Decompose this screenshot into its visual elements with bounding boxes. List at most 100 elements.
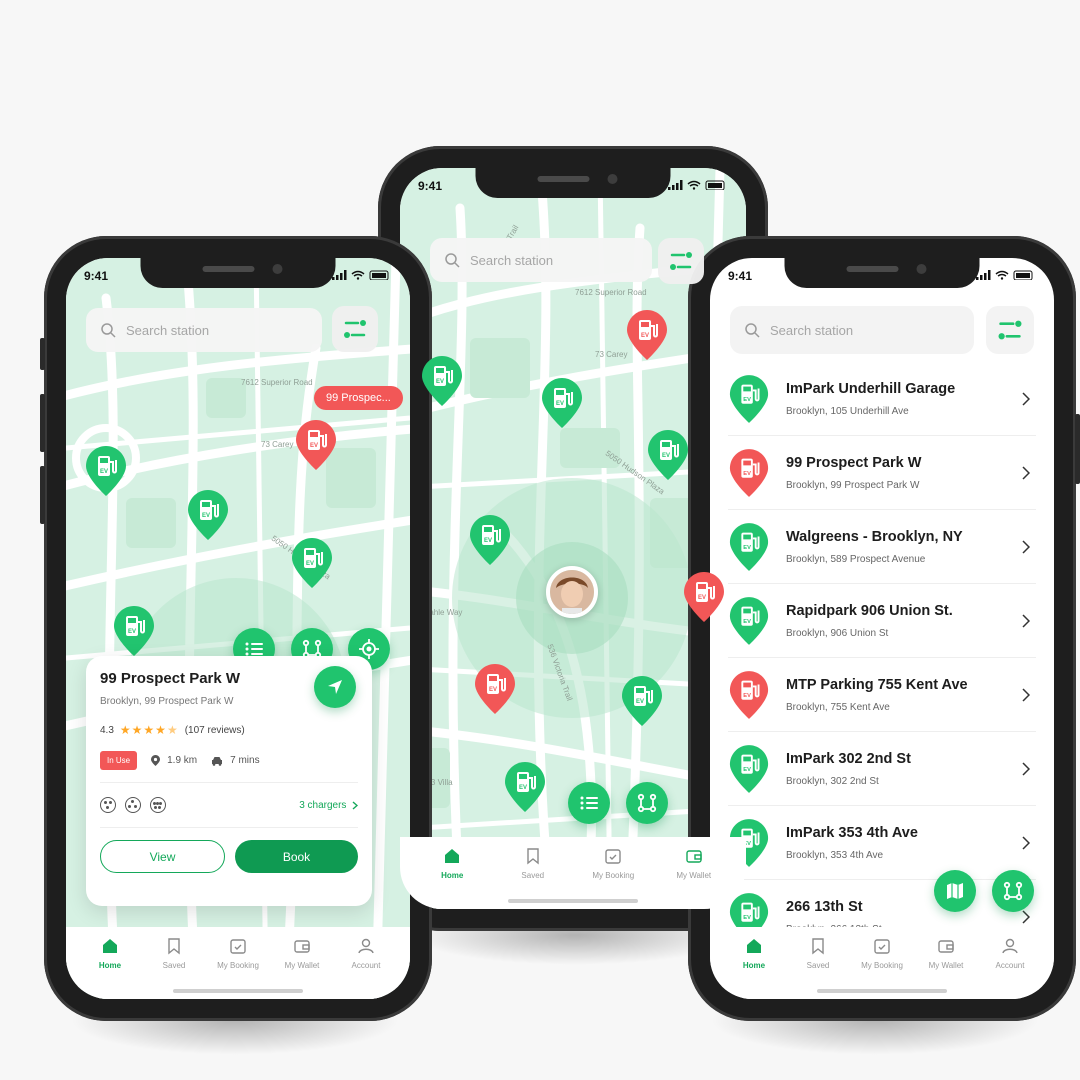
connector-type-icon: [100, 797, 116, 813]
chevron-right-icon: [1022, 392, 1030, 406]
connector-type-icon: [150, 797, 166, 813]
filter-button[interactable]: [658, 238, 704, 284]
ev-pin-available[interactable]: [420, 354, 464, 408]
chevron-right-icon: [1022, 466, 1030, 480]
view-button[interactable]: View: [100, 840, 225, 873]
duration: 7 mins: [230, 755, 260, 766]
ev-pin-in-use[interactable]: [473, 662, 517, 716]
ev-pin-available[interactable]: [186, 488, 230, 542]
station-name: ImPark 302 2nd St: [786, 750, 911, 767]
selected-station-tag[interactable]: 99 Prospec...: [314, 386, 403, 410]
status-time: 9:41: [84, 269, 109, 283]
ev-pin-available[interactable]: [468, 513, 512, 567]
screen: 7612 Superior Road 73 Carey 5050 Hudson …: [66, 258, 410, 999]
station-name: 99 Prospect Park W: [786, 454, 922, 471]
tab-label: Saved: [806, 961, 830, 970]
list-item[interactable]: Walgreens - Brooklyn, NY Brooklyn, 589 Pr…: [728, 510, 1036, 584]
bookmark-icon: [527, 848, 539, 865]
search-input[interactable]: Search station: [86, 308, 322, 352]
search-icon: [101, 323, 116, 338]
ev-pin-available[interactable]: [112, 604, 156, 658]
tab-label: Home: [98, 961, 122, 970]
street-label: 73 Carey: [261, 440, 294, 449]
ev-pin-available[interactable]: [620, 674, 664, 728]
star-rating-icon: ★★★★★: [119, 723, 179, 737]
list-item[interactable]: ImPark 302 2nd St Brooklyn, 302 2nd St: [728, 732, 1036, 806]
tab-home[interactable]: Home: [422, 847, 482, 909]
home-icon: [103, 939, 117, 953]
list-item[interactable]: MTP Parking 755 Kent Ave Brooklyn, 755 Ke…: [728, 658, 1036, 732]
ev-pin-in-use: [728, 669, 770, 720]
user-avatar[interactable]: [546, 566, 598, 618]
list-item[interactable]: 99 Prospect Park W Brooklyn, 99 Prospect …: [728, 436, 1036, 510]
connector-type-icon: [125, 797, 141, 813]
tab-my-wallet[interactable]: My Wallet: [664, 847, 724, 909]
ev-pin-in-use[interactable]: [625, 308, 669, 362]
tab-account[interactable]: Account: [980, 937, 1040, 999]
wallet-icon: [294, 940, 310, 953]
notch: [140, 258, 336, 288]
station-name: Walgreens - Brooklyn, NY: [786, 528, 963, 545]
book-button[interactable]: Book: [235, 840, 358, 873]
station-name: Rapidpark 906 Union St.: [786, 602, 953, 619]
status-row: In Use 1.9 km 7 mins: [100, 751, 358, 770]
list-item[interactable]: ImPark Underhill Garage Brooklyn, 105 Und…: [728, 362, 1036, 436]
chargers-link[interactable]: 3 chargers: [299, 800, 358, 811]
ev-pin-available[interactable]: [290, 536, 334, 590]
station-name: MTP Parking 755 Kent Ave: [786, 676, 968, 693]
user-icon: [1002, 938, 1018, 954]
tab-home[interactable]: Home: [724, 937, 784, 999]
list-item[interactable]: Rapidpark 906 Union St. Brooklyn, 906 Uni…: [728, 584, 1036, 658]
ev-pin-available[interactable]: [84, 444, 128, 498]
station-name: ImPark 353 4th Ave: [786, 824, 918, 841]
home-icon: [445, 849, 460, 863]
home-icon: [747, 939, 761, 953]
ev-pin-in-use[interactable]: [682, 570, 726, 624]
route-button[interactable]: [626, 782, 668, 824]
navigate-button[interactable]: [314, 666, 356, 708]
filter-button[interactable]: [986, 306, 1034, 354]
station-address: Brooklyn, 99 Prospect Park W: [786, 479, 920, 491]
rating-row: 4.3 ★★★★★ (107 reviews): [100, 723, 358, 737]
tab-home[interactable]: Home: [80, 937, 140, 999]
status-icons: [332, 270, 389, 280]
list-item[interactable]: ImPark 353 4th Ave Brooklyn, 353 4th Ave: [728, 806, 1036, 880]
ev-pin-available[interactable]: [540, 376, 584, 430]
route-icon: [1003, 881, 1023, 901]
ev-pin-in-use[interactable]: [294, 418, 338, 472]
tab-label: Account: [351, 961, 381, 970]
location-pin-icon: [151, 755, 161, 766]
ev-pin-available: [728, 743, 770, 794]
search-placeholder: Search station: [470, 252, 554, 268]
connector-row[interactable]: 3 chargers: [100, 783, 358, 827]
status-time: 9:41: [418, 179, 443, 193]
search-input[interactable]: Search station: [730, 306, 974, 354]
route-button[interactable]: [992, 870, 1034, 912]
station-address: Brooklyn, 302 2nd St: [786, 775, 879, 787]
street-label: 7612 Superior Road: [241, 378, 313, 387]
tab-label: Home: [441, 871, 464, 880]
status-badge: In Use: [100, 751, 138, 770]
filter-icon: [670, 252, 692, 270]
search-input[interactable]: Search station: [430, 238, 652, 282]
tab-label: My Booking: [217, 961, 259, 970]
chevron-right-icon: [352, 800, 358, 810]
phone-map-detail: 7612 Superior Road 73 Carey 5050 Hudson …: [40, 236, 432, 1021]
tab-label: Account: [995, 961, 1025, 970]
notch: [475, 168, 671, 198]
rating-value: 4.3: [100, 724, 114, 736]
filter-button[interactable]: [332, 306, 378, 352]
wallet-icon: [686, 850, 702, 863]
tab-label: My Booking: [592, 871, 635, 880]
home-indicator: [173, 989, 303, 993]
ev-pin-available: [728, 373, 770, 424]
map-view-button[interactable]: [934, 870, 976, 912]
chevron-right-icon: [1022, 836, 1030, 850]
home-indicator: [817, 989, 947, 993]
tab-account[interactable]: Account: [336, 937, 396, 999]
station-name: 266 13th St: [786, 899, 863, 915]
ev-pin-available[interactable]: [503, 760, 547, 814]
ev-pin-available[interactable]: [646, 428, 690, 482]
list-view-button[interactable]: [568, 782, 610, 824]
wallet-icon: [938, 940, 954, 953]
